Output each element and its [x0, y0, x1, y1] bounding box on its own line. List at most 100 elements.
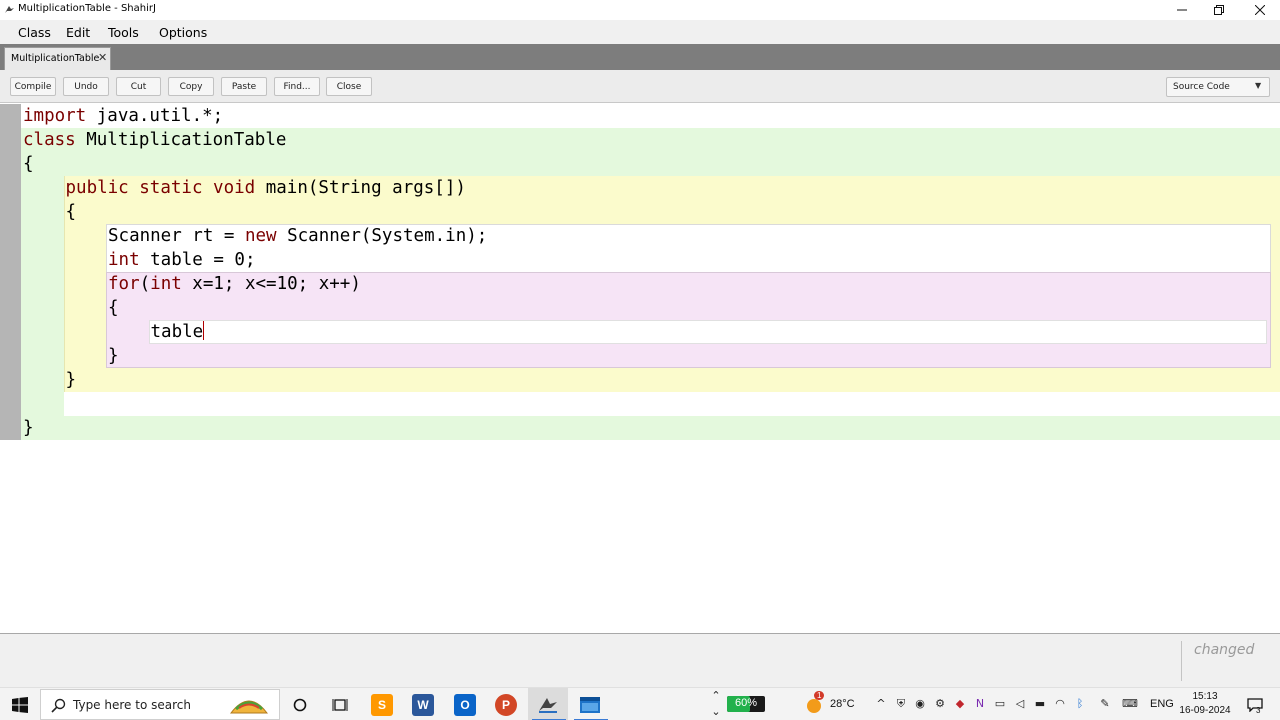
sublime-icon: S	[371, 693, 393, 716]
bluej-bird-icon	[5, 6, 14, 13]
code-line[interactable]: {	[23, 152, 34, 176]
code-keyword: new	[244, 226, 277, 246]
code-line[interactable]: {	[66, 200, 77, 224]
temperature: 28°C	[830, 698, 855, 710]
code-keyword: int	[150, 274, 182, 294]
menu-options[interactable]: Options	[159, 25, 207, 40]
close-button[interactable]: Close	[326, 77, 372, 96]
battery-icon[interactable]: ▬	[1033, 697, 1047, 711]
word-icon: W	[412, 693, 434, 716]
find-button[interactable]: Find...	[274, 77, 320, 96]
code-line[interactable]: public static void main(String args[])	[66, 176, 466, 200]
code-line[interactable]: table	[151, 320, 205, 344]
code-line[interactable]: Scanner rt = new Scanner(System.in);	[108, 224, 487, 248]
tab-multiplication-table[interactable]: MultiplicationTable ✕	[4, 47, 111, 70]
bluej-bird-icon	[539, 697, 557, 713]
scroll-up-icon[interactable]: ⌃	[709, 689, 723, 703]
copy-button[interactable]: Copy	[168, 77, 214, 96]
taskbar-bluej[interactable]	[528, 688, 568, 720]
task-view-icon	[332, 698, 348, 711]
cut-button[interactable]: Cut	[116, 77, 161, 96]
tab-close-icon[interactable]: ✕	[98, 51, 107, 64]
line-gutter[interactable]	[0, 104, 21, 440]
taskbar-outlook[interactable]: O	[448, 688, 482, 720]
taskbar-word[interactable]: W	[406, 688, 440, 720]
code-line[interactable]: }	[108, 344, 119, 368]
code-keyword: class	[23, 130, 76, 150]
battery-label: 60%	[734, 697, 758, 709]
restore-button[interactable]	[1199, 0, 1239, 20]
notification-center[interactable]	[1242, 688, 1268, 720]
menu-bar: Class Edit Tools Options	[0, 20, 1280, 44]
mcafee-icon[interactable]: ◆	[953, 697, 967, 711]
windows-icon	[12, 696, 28, 713]
code-line[interactable]: class MultiplicationTable	[23, 128, 286, 152]
code-text: Scanner(System.in);	[276, 226, 488, 246]
scroll-down-icon[interactable]: ⌄	[709, 705, 723, 719]
view-mode-value: Source Code	[1173, 82, 1230, 92]
taco-icon	[229, 700, 269, 714]
menu-edit[interactable]: Edit	[66, 25, 90, 40]
for-body-scope	[149, 320, 1267, 344]
cortana-button[interactable]	[284, 688, 316, 720]
menu-tools[interactable]: Tools	[108, 25, 139, 40]
camera-icon[interactable]: ◉	[913, 697, 927, 711]
circle-icon	[293, 698, 307, 711]
code-text: }	[65, 370, 77, 390]
toolbar: Compile Undo Cut Copy Paste Find... Clos…	[0, 70, 1280, 103]
security-shield-icon[interactable]: ⛨	[894, 697, 908, 711]
taskbar-powerpoint[interactable]: P	[488, 688, 524, 720]
task-view-button[interactable]	[324, 688, 356, 720]
minimize-icon	[1177, 9, 1187, 11]
code-line[interactable]: {	[108, 296, 119, 320]
search-icon	[51, 698, 66, 713]
outlook-icon: O	[454, 693, 476, 716]
start-button[interactable]	[0, 688, 40, 720]
code-text: (	[139, 274, 151, 294]
keyboard-icon[interactable]: ⌨	[1122, 697, 1138, 711]
code-line[interactable]: }	[23, 416, 34, 440]
code-line[interactable]: import java.util.*;	[23, 104, 223, 128]
pen-icon[interactable]: ✎	[1098, 697, 1112, 711]
monitor-icon[interactable]: ▭	[993, 697, 1007, 711]
language-indicator[interactable]: ENG	[1150, 698, 1174, 710]
notification-icon	[1247, 697, 1263, 712]
view-mode-select[interactable]: Source Code ▼	[1166, 77, 1270, 97]
undo-button[interactable]: Undo	[63, 77, 109, 96]
code-text: {	[23, 154, 34, 174]
code-line[interactable]: int table = 0;	[108, 248, 256, 272]
clock[interactable]: 15:13 16-09-2024	[1176, 690, 1234, 718]
bluetooth-icon[interactable]: ᛒ	[1073, 697, 1087, 711]
code-text: {	[108, 298, 119, 318]
paste-button[interactable]: Paste	[221, 77, 267, 96]
battery-indicator[interactable]: 60%	[727, 696, 765, 712]
speaker-icon[interactable]: ◁	[1013, 697, 1027, 711]
gear-icon[interactable]: ⚙	[933, 697, 947, 711]
code-keyword: void	[213, 178, 256, 198]
onenote-icon[interactable]: N	[973, 697, 987, 711]
taskbar-window[interactable]	[570, 688, 610, 720]
close-window-button[interactable]	[1240, 0, 1280, 20]
window-app-icon	[580, 696, 600, 713]
text-caret	[203, 321, 205, 340]
minimize-button[interactable]	[1162, 0, 1202, 20]
menu-class[interactable]: Class	[18, 25, 51, 40]
code-text: {	[65, 202, 77, 222]
clock-time: 15:13	[1192, 691, 1218, 702]
wifi-icon[interactable]: ◠	[1053, 697, 1067, 711]
taskbar-sublime[interactable]: S	[366, 688, 398, 720]
code-line[interactable]: }	[66, 368, 77, 392]
code-text: }	[23, 418, 34, 438]
status-divider	[1181, 641, 1182, 681]
code-line[interactable]: for(int x=1; x<=10; x++)	[108, 272, 361, 296]
notification-count: 3	[1256, 706, 1261, 715]
code-text: x=1; x<=10; x++)	[181, 274, 361, 294]
taskbar-search[interactable]: Type here to search	[40, 689, 280, 720]
title-bar: MultiplicationTable - ShahirJ	[0, 0, 1280, 20]
compile-button[interactable]: Compile	[10, 77, 56, 96]
chevron-up-icon[interactable]: ^	[874, 697, 888, 711]
status-bar: changed	[0, 633, 1280, 687]
code-editor[interactable]: import java.util.*; class MultiplicationT…	[0, 104, 1280, 633]
code-text: MultiplicationTable	[75, 130, 287, 150]
